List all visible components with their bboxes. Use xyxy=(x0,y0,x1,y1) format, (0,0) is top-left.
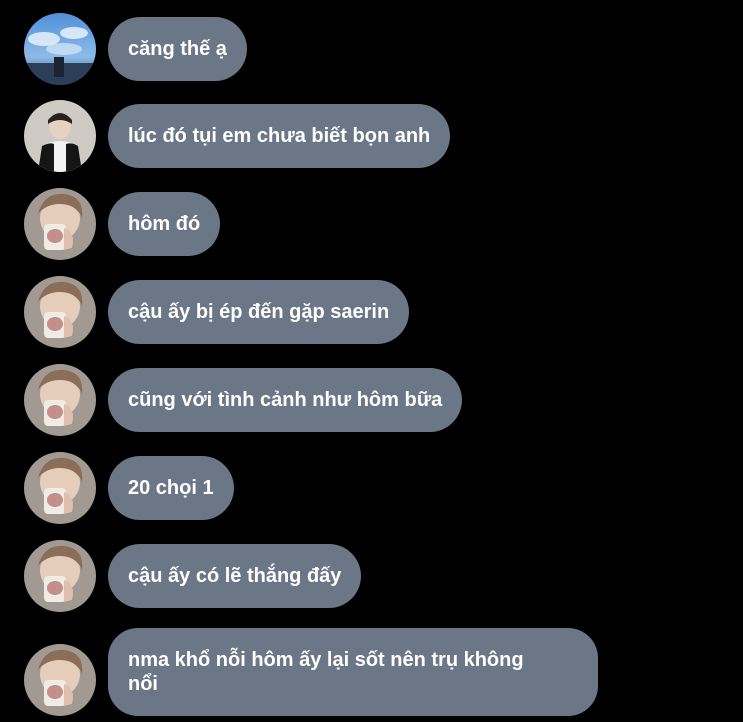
message-row: nma khổ nỗi hôm ấy lại sốt nên trụ không… xyxy=(24,628,598,716)
message-row: cậu ấy có lẽ thắng đấy xyxy=(24,540,362,612)
message-bubble[interactable]: cũng với tình cảnh như hôm bữa xyxy=(108,368,463,432)
message-row: hôm đó xyxy=(24,188,221,260)
person-cup-avatar-icon[interactable] xyxy=(24,644,96,716)
message-bubble[interactable]: cậu ấy có lẽ thắng đấy xyxy=(108,544,362,608)
person-cup-avatar-icon[interactable] xyxy=(24,540,96,612)
message-bubble[interactable]: nma khổ nỗi hôm ấy lại sốt nên trụ không… xyxy=(108,628,598,716)
message-row: lúc đó tụi em chưa biết bọn anh xyxy=(24,100,451,172)
message-bubble[interactable]: 20 chọi 1 xyxy=(108,456,234,520)
message-bubble[interactable]: căng thế ạ xyxy=(108,17,247,81)
person-cup-avatar-icon[interactable] xyxy=(24,276,96,348)
message-row: 20 chọi 1 xyxy=(24,452,234,524)
message-row: căng thế ạ xyxy=(24,13,247,85)
message-bubble[interactable]: lúc đó tụi em chưa biết bọn anh xyxy=(108,104,451,168)
person-jacket-avatar-icon[interactable] xyxy=(24,100,96,172)
message-bubble[interactable]: cậu ấy bị ép đến gặp saerin xyxy=(108,280,410,344)
person-cup-avatar-icon[interactable] xyxy=(24,188,96,260)
chat-thread: căng thế ạ lúc đó tụi em chưa biết bọn a… xyxy=(0,0,743,722)
person-cup-avatar-icon[interactable] xyxy=(24,364,96,436)
person-cup-avatar-icon[interactable] xyxy=(24,452,96,524)
message-row: cũng với tình cảnh như hôm bữa xyxy=(24,364,463,436)
sky-avatar-icon[interactable] xyxy=(24,13,96,85)
message-bubble[interactable]: hôm đó xyxy=(108,192,221,256)
message-row: cậu ấy bị ép đến gặp saerin xyxy=(24,276,410,348)
